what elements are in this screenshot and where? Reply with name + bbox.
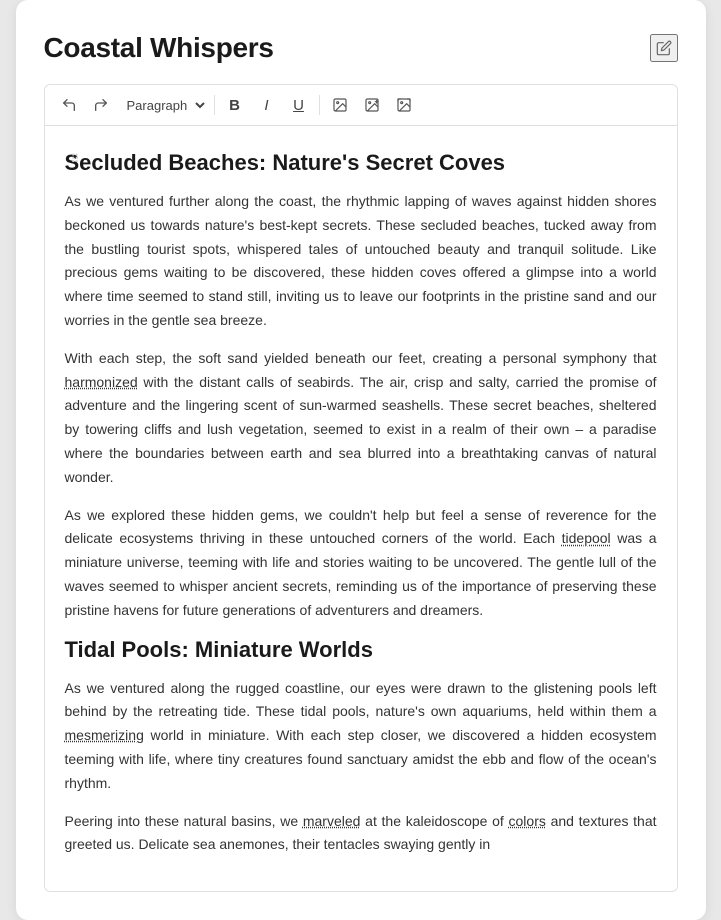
- redo-icon: [93, 97, 109, 113]
- editor-area[interactable]: ⠿ Secluded Beaches: Nature's Secret Cove…: [44, 126, 678, 892]
- pencil-icon: [656, 40, 672, 56]
- para5-after-marveled: at the kaleidoscope of: [360, 813, 508, 829]
- paragraph-1: As we ventured further along the coast, …: [65, 190, 657, 333]
- para3-tidepool: tidepool: [562, 530, 611, 546]
- para2-harmonized: harmonized: [65, 374, 138, 390]
- image-frame-icon: [396, 97, 412, 113]
- card-header: Coastal Whispers: [44, 32, 678, 64]
- section-1-block: ⠿ Secluded Beaches: Nature's Secret Cove…: [65, 150, 657, 176]
- heading-2: Tidal Pools: Miniature Worlds: [65, 637, 657, 663]
- insert-image-button[interactable]: [326, 91, 354, 119]
- toolbar-divider-1: [214, 95, 215, 115]
- drag-handle[interactable]: ⠿: [71, 152, 80, 166]
- toolbar-divider-2: [319, 95, 320, 115]
- image-icon: [332, 97, 348, 113]
- insert-image-frame-button[interactable]: [390, 91, 418, 119]
- paragraph-select[interactable]: Paragraph: [119, 97, 208, 114]
- bold-button[interactable]: B: [221, 91, 249, 119]
- paragraph-2: With each step, the soft sand yielded be…: [65, 347, 657, 490]
- undo-icon: [61, 97, 77, 113]
- para5-marveled: marveled: [303, 813, 361, 829]
- image-plus-icon: [364, 97, 380, 113]
- main-card: Coastal Whispers Paragraph B I U: [16, 0, 706, 920]
- paragraph-3: As we explored these hidden gems, we cou…: [65, 504, 657, 623]
- toolbar: Paragraph B I U: [44, 84, 678, 126]
- mesmerizing-text: mesmerizing: [65, 727, 144, 743]
- paragraph-5: Peering into these natural basins, we ma…: [65, 810, 657, 858]
- underline-button[interactable]: U: [285, 91, 313, 119]
- para5-before-marveled: Peering into these natural basins, we: [65, 813, 303, 829]
- para4-text: As we ventured along the rugged coastlin…: [65, 680, 657, 791]
- insert-image-plus-button[interactable]: [358, 91, 386, 119]
- heading-1: Secluded Beaches: Nature's Secret Coves: [65, 150, 657, 176]
- edit-button[interactable]: [650, 34, 678, 62]
- redo-button[interactable]: [87, 91, 115, 119]
- italic-button[interactable]: I: [253, 91, 281, 119]
- para5-colors: colors: [509, 813, 546, 829]
- para2-before-harmonized: With each step, the soft sand yielded be…: [65, 350, 657, 366]
- para2-after-harmonized: with the distant calls of seabirds. The …: [65, 374, 657, 485]
- page-title: Coastal Whispers: [44, 32, 274, 64]
- undo-button[interactable]: [55, 91, 83, 119]
- paragraph-4: As we ventured along the rugged coastlin…: [65, 677, 657, 796]
